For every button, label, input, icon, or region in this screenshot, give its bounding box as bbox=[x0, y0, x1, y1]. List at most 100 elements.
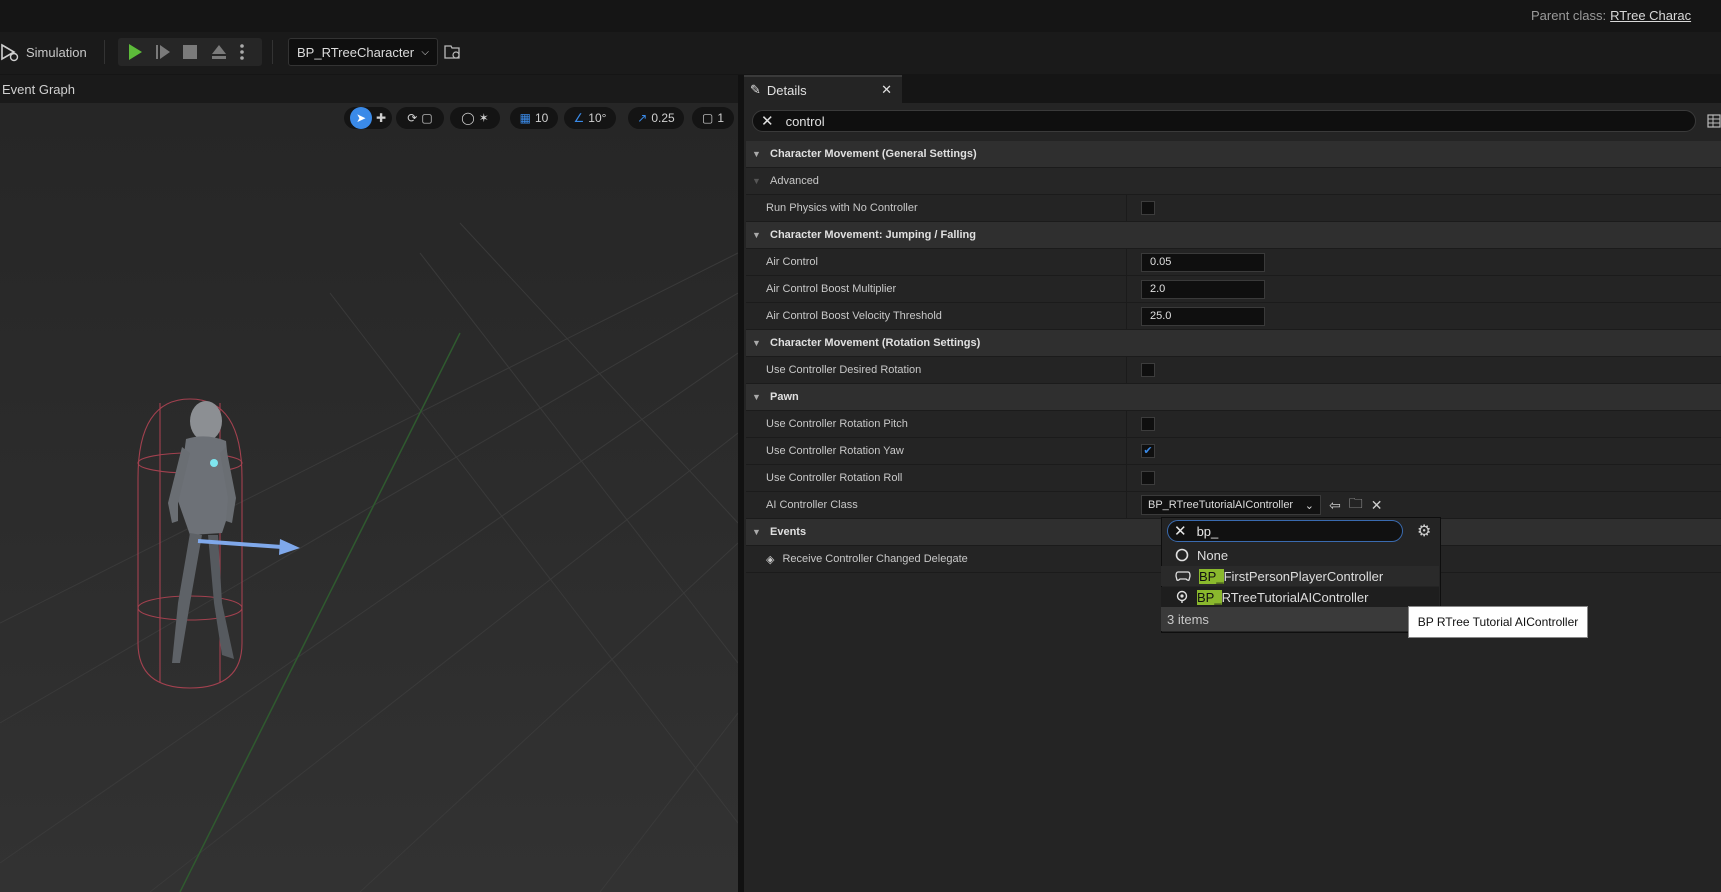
close-tab-icon[interactable]: ✕ bbox=[881, 82, 892, 98]
class-picker-search-value: bp_ bbox=[1196, 523, 1219, 539]
property-boost-threshold: Air Control Boost Velocity Threshold 25.0 bbox=[746, 303, 1721, 330]
debug-object-dropdown[interactable]: BP_RTreeCharacter ⌵ bbox=[288, 38, 438, 66]
step-forward-icon[interactable] bbox=[154, 43, 172, 61]
class-option-first-person[interactable]: BP_FirstPersonPlayerController bbox=[1161, 566, 1439, 586]
ai-brain-icon bbox=[1176, 590, 1188, 603]
subcategory-label: Advanced bbox=[770, 175, 819, 187]
eject-icon[interactable] bbox=[210, 43, 228, 61]
air-control-input[interactable]: 0.05 bbox=[1141, 252, 1265, 272]
gear-icon[interactable]: ⚙ bbox=[1417, 521, 1431, 541]
subcategory-advanced[interactable]: ▼ Advanced bbox=[746, 168, 1721, 195]
collapse-triangle-icon: ▼ bbox=[752, 230, 761, 240]
delegate-diamond-icon: ◈ bbox=[766, 553, 775, 566]
boost-threshold-input[interactable]: 25.0 bbox=[1141, 306, 1265, 326]
title-bar bbox=[0, 0, 1721, 32]
parent-class-info: Parent class: RTree Charac bbox=[1531, 8, 1721, 23]
scale-icon[interactable]: ▢ bbox=[421, 111, 432, 125]
simulation-button[interactable]: Simulation bbox=[0, 40, 92, 64]
property-label: Run Physics with No Controller bbox=[766, 202, 918, 214]
surface-snap-icon[interactable]: ✶ bbox=[479, 111, 489, 125]
category-label: Pawn bbox=[770, 391, 799, 403]
space-tools: ◯ ✶ bbox=[450, 107, 500, 129]
category-label: Events bbox=[770, 526, 807, 538]
item-count: 3 items bbox=[1161, 607, 1439, 631]
browse-asset-icon[interactable]: 🗀 bbox=[1349, 493, 1363, 517]
property-ai-controller-class: AI Controller Class BP_RTreeTutorialAICo… bbox=[746, 492, 1721, 519]
rotate-icon[interactable]: ⟳ bbox=[407, 111, 417, 125]
property-label: Air Control bbox=[766, 256, 818, 268]
clear-search-icon[interactable]: ✕ bbox=[1174, 522, 1187, 540]
parent-class-link[interactable]: RTree Charac bbox=[1610, 8, 1691, 23]
property-matrix-icon[interactable] bbox=[1707, 114, 1721, 128]
property-label: Use Controller Rotation Roll bbox=[766, 472, 903, 484]
option-label: FirstPersonPlayerController bbox=[1223, 568, 1384, 584]
category-pawn[interactable]: ▼ Pawn bbox=[746, 384, 1721, 411]
grid-snap-icon: ▦ bbox=[519, 111, 531, 125]
ai-controller-class-value: BP_RTreeTutorialAIController bbox=[1148, 499, 1294, 511]
scale-snap-control[interactable]: ↗ 0.25 bbox=[628, 107, 684, 129]
tooltip: BP RTree Tutorial AIController bbox=[1408, 606, 1588, 638]
option-label: None bbox=[1197, 547, 1229, 563]
ai-controller-class-combo[interactable]: BP_RTreeTutorialAIController ⌄ bbox=[1141, 495, 1321, 515]
event-graph-tab[interactable]: Event Graph bbox=[2, 82, 75, 97]
class-option-none[interactable]: None bbox=[1161, 545, 1439, 565]
camera-speed-value: 1 bbox=[717, 111, 725, 125]
collapse-triangle-icon: ▼ bbox=[752, 338, 761, 348]
property-label: Use Controller Desired Rotation bbox=[766, 364, 922, 376]
collapse-triangle-icon: ▼ bbox=[752, 176, 761, 186]
pencil-icon: ✎ bbox=[750, 82, 761, 97]
option-highlight: BP_ bbox=[1199, 568, 1224, 584]
chevron-down-icon: ⌵ bbox=[421, 46, 429, 58]
category-general-settings[interactable]: ▼ Character Movement (General Settings) bbox=[746, 141, 1721, 168]
use-selected-icon[interactable]: ⇦ bbox=[1329, 497, 1341, 514]
property-label: Use Controller Rotation Pitch bbox=[766, 418, 908, 430]
class-picker-search[interactable]: ✕ bp_ bbox=[1167, 520, 1403, 542]
category-label: Character Movement: Jumping / Falling bbox=[770, 229, 976, 241]
details-property-list: ▼ Character Movement (General Settings) ▼… bbox=[746, 141, 1721, 573]
browse-folder-icon[interactable] bbox=[444, 44, 462, 60]
scale-snap-value: 0.25 bbox=[651, 111, 675, 125]
details-search-field[interactable]: ✕ control bbox=[752, 110, 1696, 132]
category-rotation-settings[interactable]: ▼ Character Movement (Rotation Settings) bbox=[746, 330, 1721, 357]
boost-multiplier-input[interactable]: 2.0 bbox=[1141, 279, 1265, 299]
rotation-pitch-checkbox[interactable] bbox=[1141, 417, 1155, 431]
viewport[interactable] bbox=[0, 103, 738, 892]
class-option-rtree-ai[interactable]: BP_RTreeTutorialAIController bbox=[1161, 587, 1439, 607]
property-rotation-pitch: Use Controller Rotation Pitch bbox=[746, 411, 1721, 438]
transform-tools: ➤ ✚ bbox=[344, 107, 392, 129]
rotation-roll-checkbox[interactable] bbox=[1141, 471, 1155, 485]
play-icon[interactable] bbox=[126, 43, 144, 61]
property-rotation-roll: Use Controller Rotation Roll bbox=[746, 465, 1721, 492]
rotation-yaw-checkbox[interactable]: ✔ bbox=[1141, 444, 1155, 458]
grid-snap-value: 10 bbox=[534, 111, 549, 125]
rotation-snap-control[interactable]: ∠ 10° bbox=[564, 107, 616, 129]
select-mode-icon[interactable]: ➤ bbox=[349, 107, 372, 129]
circle-icon bbox=[1175, 548, 1189, 562]
camera-speed-control[interactable]: ▢ 1 bbox=[692, 107, 734, 129]
property-label: AI Controller Class bbox=[766, 499, 858, 511]
property-label: Air Control Boost Multiplier bbox=[766, 283, 897, 295]
clear-value-icon[interactable]: ✕ bbox=[1371, 497, 1383, 514]
property-label: Use Controller Rotation Yaw bbox=[766, 445, 904, 457]
more-options-icon[interactable] bbox=[238, 43, 246, 61]
toolbar-divider bbox=[272, 40, 273, 64]
parent-class-label: Parent class: bbox=[1531, 8, 1607, 23]
grid-snap-control[interactable]: ▦ 10 bbox=[510, 107, 558, 129]
details-tab[interactable]: ✎ Details ✕ bbox=[744, 75, 902, 103]
world-space-icon[interactable]: ◯ bbox=[461, 111, 474, 125]
property-rotation-yaw: Use Controller Rotation Yaw ✔ bbox=[746, 438, 1721, 465]
chevron-down-icon: ⌄ bbox=[1304, 499, 1314, 512]
stop-icon[interactable] bbox=[182, 44, 198, 60]
scale-snap-icon: ↗ bbox=[637, 111, 648, 125]
clear-search-icon[interactable]: ✕ bbox=[761, 112, 774, 130]
translate-icon[interactable]: ✚ bbox=[376, 111, 386, 125]
details-tab-label: Details bbox=[766, 82, 807, 98]
simulation-icon bbox=[1, 43, 19, 62]
option-highlight: BP_ bbox=[1197, 589, 1222, 605]
property-label: Receive Controller Changed Delegate bbox=[782, 553, 968, 565]
category-jumping-falling[interactable]: ▼ Character Movement: Jumping / Falling bbox=[746, 222, 1721, 249]
desired-rotation-checkbox[interactable] bbox=[1141, 363, 1155, 377]
property-air-control: Air Control 0.05 bbox=[746, 249, 1721, 276]
option-label: RTreeTutorialAIController bbox=[1221, 589, 1369, 605]
run-physics-checkbox[interactable] bbox=[1141, 201, 1155, 215]
